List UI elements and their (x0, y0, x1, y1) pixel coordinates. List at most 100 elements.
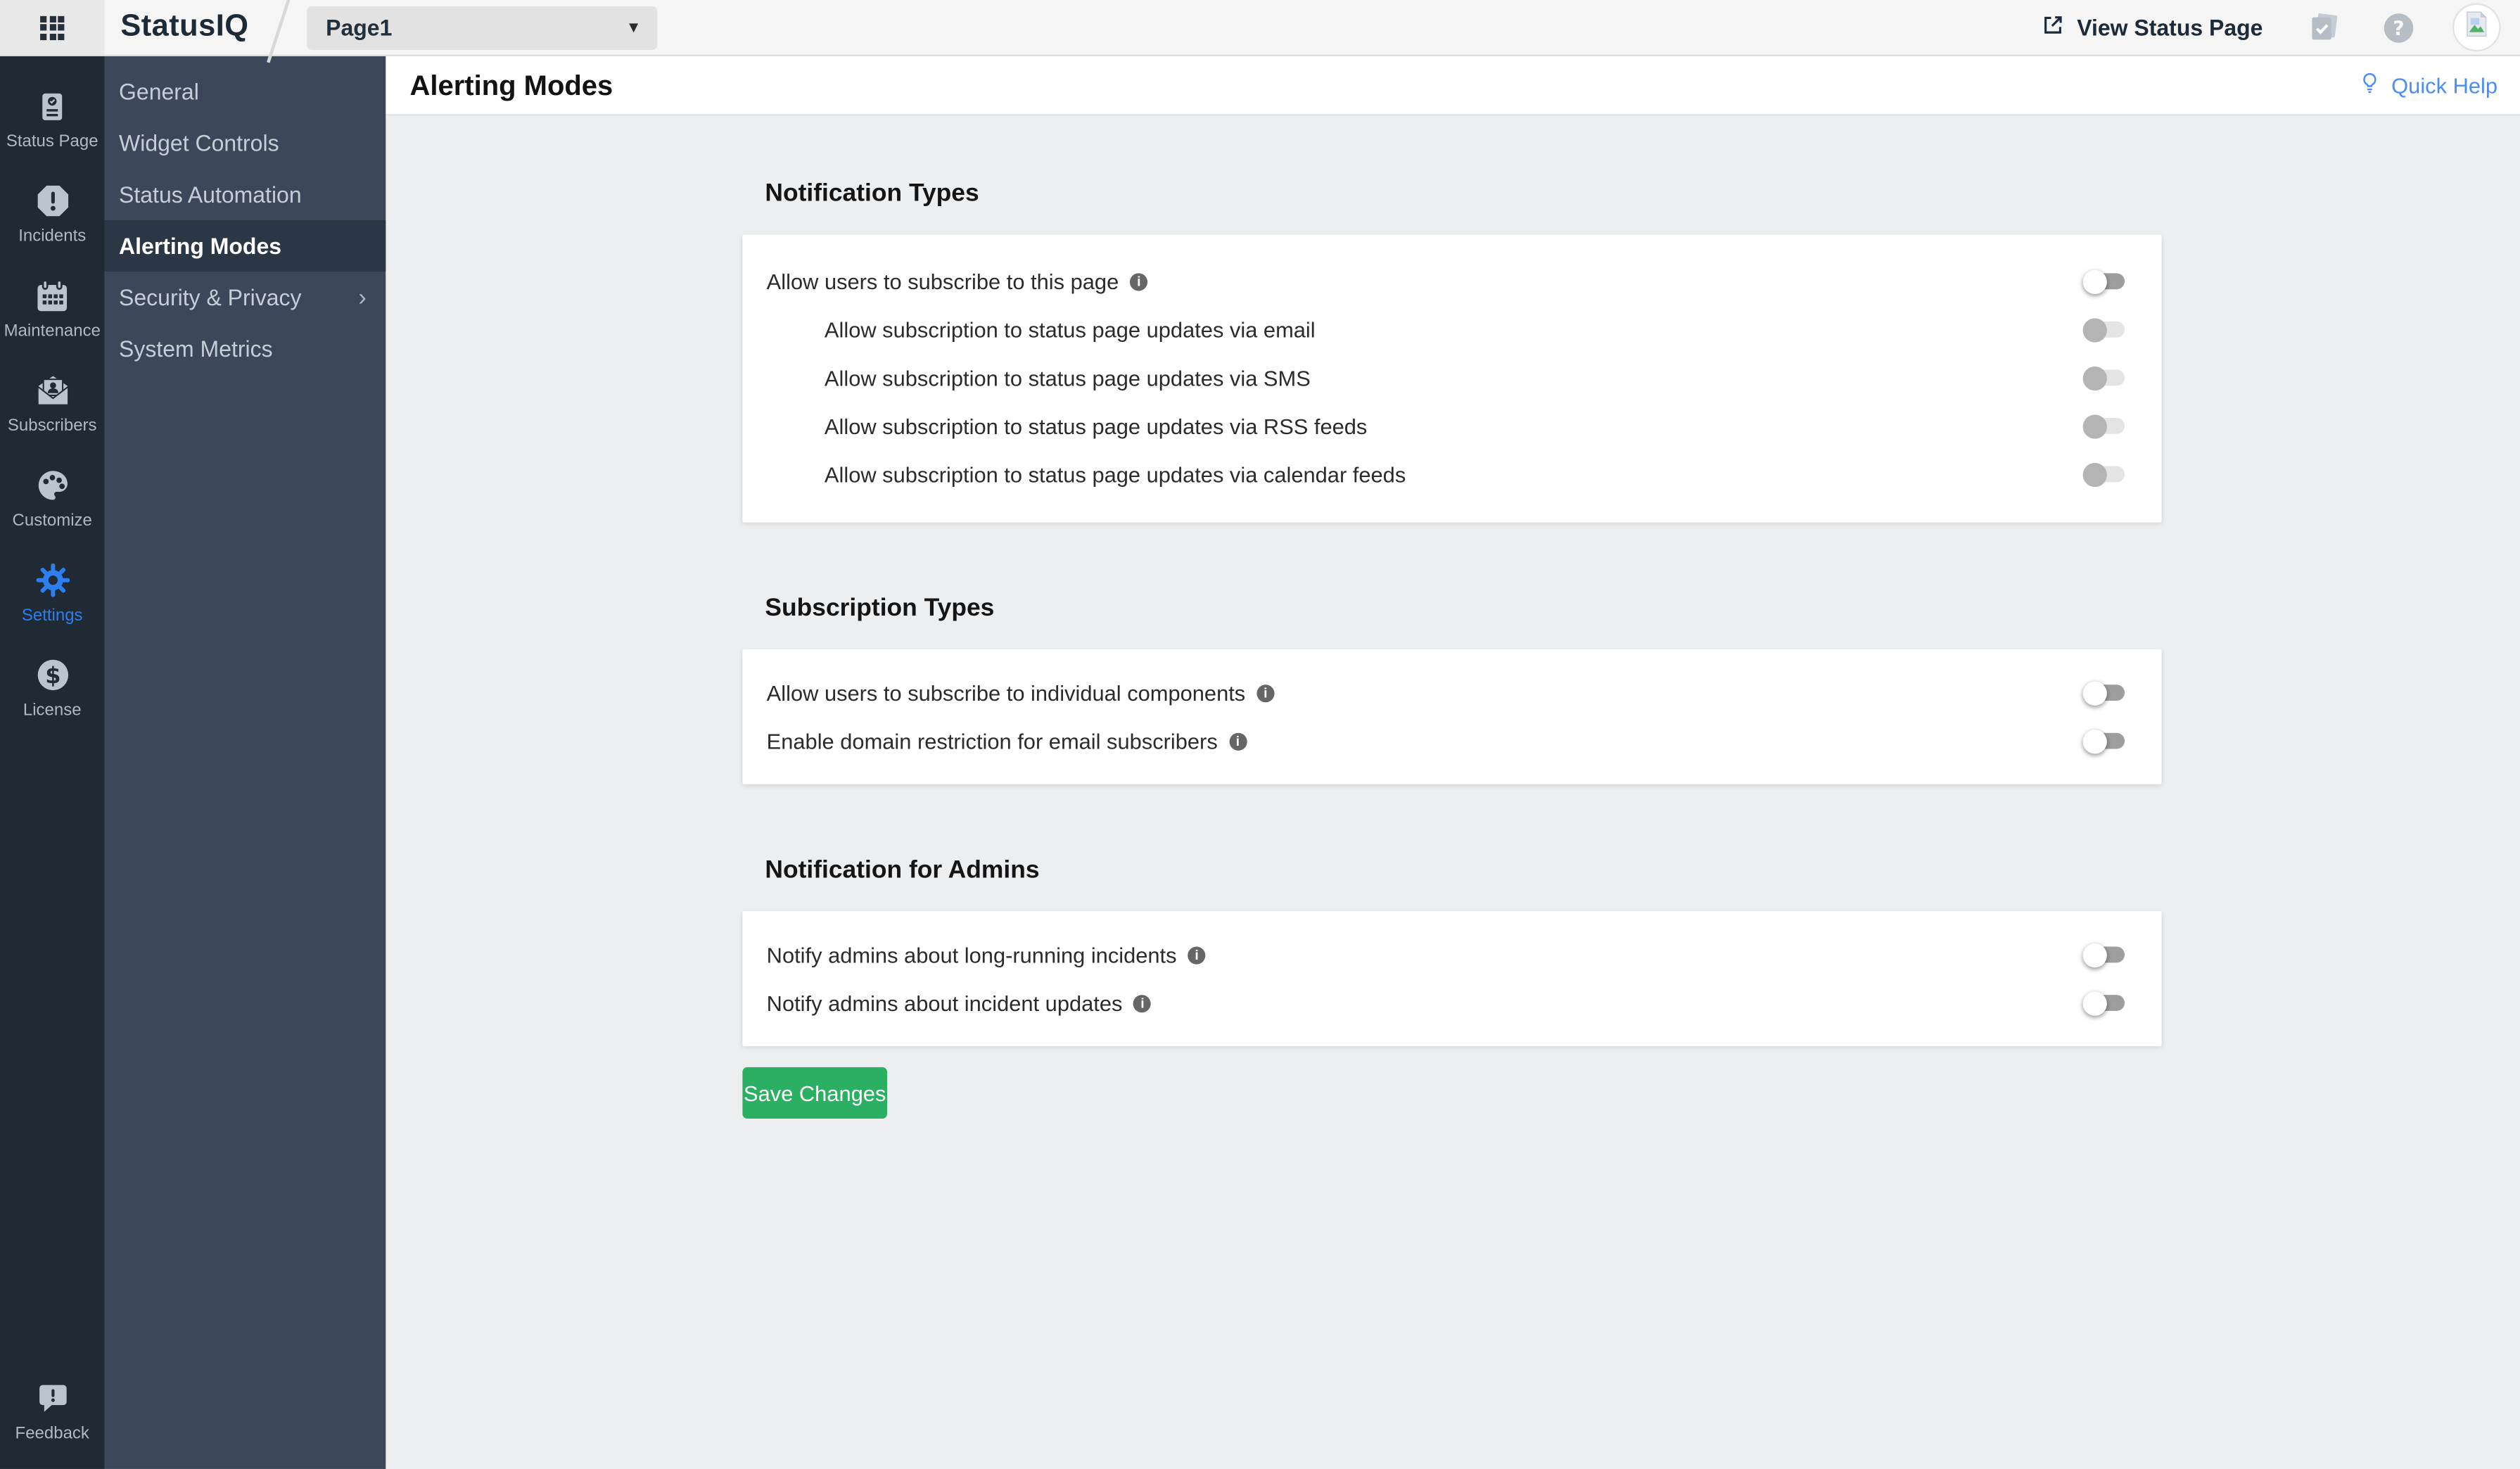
settings-nav-item-label: Widget Controls (119, 130, 279, 156)
view-status-page-label: View Status Page (2077, 15, 2263, 41)
settings-sidebar: General Widget Controls Status Automation A… (104, 56, 386, 1469)
topbar: StatusIQ Page1 ▾ View Status Page (0, 0, 2520, 56)
section-title: Notification Types (765, 180, 2520, 209)
settings-nav-item-label: Status Automation (119, 182, 302, 208)
tasks-icon[interactable] (2305, 9, 2342, 46)
rail-item-feedback[interactable]: Feedback (0, 1364, 104, 1459)
settings-card: Notify admins about long-running inciden… (742, 911, 2161, 1046)
rail-item-license[interactable]: $License (0, 641, 104, 736)
rail-item-label: Customize (13, 511, 92, 530)
quick-help-link[interactable]: Quick Help (2357, 71, 2497, 100)
brand-logo[interactable]: StatusIQ (120, 10, 248, 45)
setting-row: Allow subscription to status page update… (742, 354, 2161, 402)
toggle-allow-subscription-to-status-page-updates-via-sms[interactable] (2086, 369, 2125, 386)
setting-row: Allow subscription to status page update… (742, 450, 2161, 499)
toggle-notify-admins-about-long-running-incidents[interactable] (2086, 947, 2125, 963)
info-icon[interactable]: i (1130, 272, 1147, 290)
setting-label: Allow subscription to status page update… (825, 414, 1367, 438)
setting-label: Allow users to subscribe to this page (767, 269, 1119, 293)
page-title: Alerting Modes (410, 68, 613, 102)
section-subscription-types: Subscription Types Allow users to subscri… (386, 594, 2520, 784)
external-link-icon (2042, 13, 2066, 42)
toggle-knob (2083, 729, 2107, 753)
info-icon[interactable]: i (1256, 684, 1274, 701)
topbar-right: View Status Page ? (2042, 4, 2520, 52)
toggle-knob (2083, 317, 2107, 341)
settings-content: Notification Types Allow users to subscri… (386, 115, 2520, 1118)
setting-row: Notify admins about long-running inciden… (742, 931, 2161, 979)
svg-text:?: ? (2393, 16, 2405, 39)
rail-item-label: Feedback (15, 1424, 89, 1443)
rail-item-incidents[interactable]: Incidents (0, 167, 104, 262)
setting-label: Allow users to subscribe to individual c… (767, 680, 1246, 704)
setting-row: Allow subscription to status page update… (742, 402, 2161, 450)
setting-row: Allow users to subscribe to individual c… (742, 668, 2161, 717)
settings-nav-item-label: General (119, 79, 199, 105)
setting-label: Enable domain restriction for email subs… (767, 729, 1218, 753)
info-icon[interactable]: i (1133, 994, 1151, 1012)
section-title: Subscription Types (765, 594, 2520, 623)
save-changes-button[interactable]: Save Changes (742, 1067, 887, 1119)
statusiq-app: StatusIQ Page1 ▾ View Status Page (0, 0, 2520, 1469)
setting-label: Allow subscription to status page update… (825, 462, 1406, 486)
toggle-allow-subscription-to-status-page-updates-via-email[interactable] (2086, 322, 2125, 338)
rail-item-label: Maintenance (4, 322, 101, 341)
brand-separator (266, 0, 292, 63)
page-header: Alerting Modes Quick Help (386, 56, 2520, 116)
settings-nav-item-system-metrics[interactable]: System Metrics (104, 323, 386, 374)
setting-label: Notify admins about long-running inciden… (767, 943, 1177, 967)
settings-nav-item-label: Alerting Modes (119, 233, 281, 259)
info-icon[interactable]: i (1229, 732, 1247, 750)
setting-label: Allow subscription to status page update… (825, 366, 1311, 390)
toggle-knob (2083, 366, 2107, 390)
settings-icon (33, 561, 72, 599)
license-icon: $ (33, 656, 72, 694)
rail-item-label: Status Page (6, 132, 98, 151)
setting-row: Allow subscription to status page update… (742, 305, 2161, 354)
toggle-knob (2083, 991, 2107, 1015)
status-page-icon (35, 87, 69, 125)
setting-label: Allow subscription to status page update… (825, 317, 1316, 341)
toggle-knob (2083, 680, 2107, 704)
page-selector-dropdown[interactable]: Page1 ▾ (307, 6, 657, 49)
settings-card: Allow users to subscribe to individual c… (742, 649, 2161, 784)
settings-nav-item-alerting-modes[interactable]: Alerting Modes (104, 220, 386, 272)
rail-item-customize[interactable]: Customize (0, 452, 104, 547)
rail-item-maintenance[interactable]: Maintenance (0, 262, 104, 357)
section-notification-types: Notification Types Allow users to subscri… (386, 180, 2520, 523)
subscribers-icon (33, 371, 72, 410)
view-status-page-link[interactable]: View Status Page (2042, 13, 2263, 42)
setting-row: Enable domain restriction for email subs… (742, 717, 2161, 765)
settings-nav-item-general[interactable]: General (104, 66, 386, 117)
main-area: Alerting Modes Quick Help Notification T… (386, 56, 2520, 1469)
toggle-enable-domain-restriction-for-email-subscribers[interactable] (2086, 733, 2125, 749)
toggle-knob (2083, 943, 2107, 967)
settings-nav-item-widget-controls[interactable]: Widget Controls (104, 117, 386, 169)
section-title: Notification for Admins (765, 857, 2520, 886)
rail-item-settings[interactable]: Settings (0, 547, 104, 642)
rail-item-label: Incidents (18, 227, 86, 246)
toggle-allow-users-to-subscribe-to-this-page[interactable] (2086, 273, 2125, 289)
settings-nav-item-status-automation[interactable]: Status Automation (104, 169, 386, 220)
user-avatar[interactable] (2452, 4, 2501, 52)
toggle-allow-subscription-to-status-page-updates-via-rss-feeds[interactable] (2086, 418, 2125, 434)
rail-item-label: Subscribers (8, 416, 97, 435)
toggle-allow-subscription-to-status-page-updates-via-calendar-feeds[interactable] (2086, 466, 2125, 482)
rail-item-subscribers[interactable]: Subscribers (0, 357, 104, 452)
settings-nav-item-security-privacy[interactable]: Security & Privacy› (104, 272, 386, 323)
settings-nav-item-label: Security & Privacy (119, 284, 301, 310)
app-grid-button[interactable] (0, 0, 104, 55)
setting-label: Notify admins about incident updates (767, 991, 1123, 1015)
toggle-notify-admins-about-incident-updates[interactable] (2086, 995, 2125, 1011)
rail-item-label: Settings (22, 606, 83, 625)
incidents-icon (33, 182, 72, 220)
rail-item-status-page[interactable]: Status Page (0, 72, 104, 167)
broken-image-avatar-icon (2460, 7, 2493, 47)
maintenance-icon (34, 276, 71, 315)
info-icon[interactable]: i (1188, 946, 1206, 963)
bulb-icon (2357, 71, 2381, 100)
setting-row: Notify admins about incident updates i (742, 979, 2161, 1027)
help-icon[interactable]: ? (2380, 9, 2417, 46)
toggle-allow-users-to-subscribe-to-individual-components[interactable] (2086, 685, 2125, 701)
setting-row: Allow users to subscribe to this page i (742, 257, 2161, 306)
